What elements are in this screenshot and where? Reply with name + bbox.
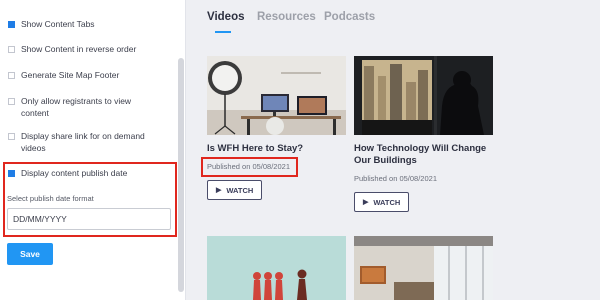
video-thumbnail-wfh[interactable] (207, 56, 346, 135)
option-label: Show Content Tabs (21, 19, 95, 29)
option-registrants-only[interactable]: Only allow registrants to view content (8, 95, 149, 119)
option-reverse-order[interactable]: Show Content in reverse order (8, 43, 171, 55)
tab-videos[interactable]: Videos (207, 11, 245, 23)
option-site-map-footer[interactable]: Generate Site Map Footer (8, 69, 171, 81)
option-label: Generate Site Map Footer (21, 70, 120, 80)
save-button[interactable]: Save (7, 243, 53, 265)
play-icon: ▶ (363, 199, 369, 206)
card-title[interactable]: How Technology Will Change Our Buildings (354, 143, 494, 167)
watch-button[interactable]: ▶ WATCH (207, 180, 263, 200)
card-title[interactable]: Is WFH Here to Stay? (207, 143, 347, 155)
active-tab-indicator (215, 31, 231, 33)
option-label: Only allow registrants to view content (21, 96, 132, 118)
content-preview: Videos Resources Podcasts Is WFH Here to… (187, 0, 600, 300)
option-share-link[interactable]: Display share link for on demand videos (8, 130, 161, 154)
checkbox-icon[interactable] (8, 45, 15, 53)
checkbox-checked-icon[interactable] (8, 20, 15, 28)
tab-resources[interactable]: Resources (257, 11, 316, 23)
date-format-label: Select publish date format (7, 194, 94, 203)
scrollbar-thumb[interactable] (178, 58, 184, 292)
card-publish-date: Published on 05/08/2021 (354, 174, 437, 183)
date-format-input[interactable] (7, 208, 171, 230)
video-thumbnail-office[interactable] (354, 236, 493, 300)
settings-panel: Show Content Tabs Show Content in revers… (0, 0, 186, 300)
watch-label: WATCH (226, 185, 254, 195)
watch-button[interactable]: ▶ WATCH (354, 192, 410, 212)
video-thumbnail-pieces[interactable] (207, 236, 346, 300)
publish-date-highlight-box (201, 157, 298, 177)
checkbox-icon[interactable] (8, 97, 15, 105)
video-thumbnail-technology[interactable] (354, 56, 493, 135)
option-show-content-tabs[interactable]: Show Content Tabs (8, 18, 171, 30)
watch-label: WATCH (373, 197, 401, 207)
tab-podcasts[interactable]: Podcasts (324, 11, 375, 23)
play-icon: ▶ (216, 187, 222, 194)
panel-scrollbar[interactable] (177, 0, 185, 300)
option-label: Show Content in reverse order (21, 44, 137, 54)
option-label: Display share link for on demand videos (21, 131, 145, 153)
checkbox-icon[interactable] (8, 71, 15, 79)
checkbox-icon[interactable] (8, 132, 15, 140)
